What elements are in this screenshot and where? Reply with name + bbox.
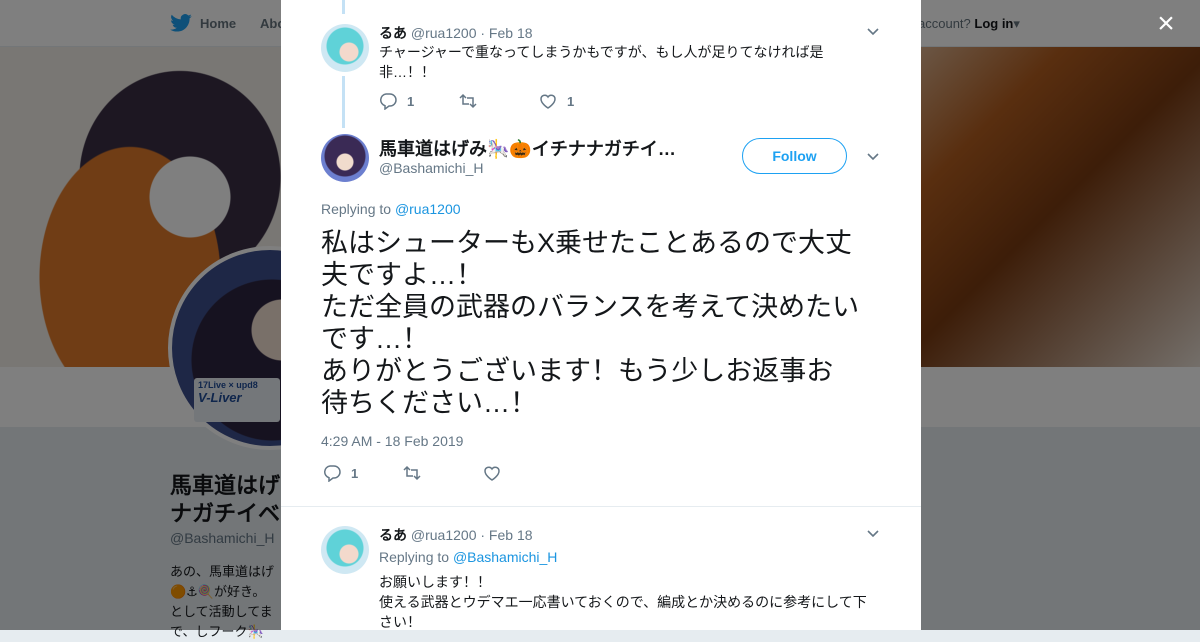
chevron-down-icon[interactable] xyxy=(865,149,881,165)
tweet-date[interactable]: · Feb 18 xyxy=(480,527,532,543)
heart-icon xyxy=(484,466,500,481)
tweet-text-line: 使える武器とウデマエ一応書いておくので、編成とか決めるのに参考にして下 xyxy=(379,594,867,610)
tweet-author-name[interactable]: 馬車道はげみ🎠🎃イチナナガチイ… xyxy=(379,135,676,161)
follow-button[interactable]: Follow xyxy=(742,138,847,174)
tweet-author-handle[interactable]: @Bashamichi_H xyxy=(379,160,483,176)
replying-prefix: Replying to xyxy=(379,549,450,565)
tweet-text-line: さい！ xyxy=(379,614,421,630)
reply-count: 1 xyxy=(351,465,359,481)
reply-button[interactable]: 1 xyxy=(379,92,459,110)
tweet-text: チャージャーで重なってしまうかもですが、もし人が足りてなければ是 非…！！ xyxy=(379,42,849,82)
tweet-text-line: 非…！！ xyxy=(379,64,435,80)
tweet-actions: 1 1 xyxy=(379,92,619,110)
reply-count: 1 xyxy=(407,93,415,109)
retweet-icon xyxy=(403,465,421,481)
like-count: 1 xyxy=(567,93,575,109)
tweet-author-name[interactable]: るあ xyxy=(379,25,407,41)
tweet-timestamp[interactable]: 4:29 AM - 18 Feb 2019 xyxy=(321,433,463,449)
tweet-text-line: ありがとうございます！もう少しお返事お xyxy=(321,356,834,386)
avatar[interactable] xyxy=(321,526,369,574)
heart-icon xyxy=(540,94,556,109)
close-icon[interactable]: × xyxy=(1152,9,1180,39)
tweet-actions: 1 xyxy=(323,464,563,482)
tweet-author-handle[interactable]: @rua1200 xyxy=(411,527,477,543)
tweet-header: るあ @rua1200 · Feb 18 xyxy=(379,525,533,545)
tweet-header: るあ @rua1200 · Feb 18 xyxy=(379,23,533,43)
tweet-text-line: ただ全員の武器のバランスを考えて決めたい xyxy=(321,292,860,322)
avatar[interactable] xyxy=(321,24,369,72)
tweet-text-line: 私はシューターもX乗せたことあるので大丈 xyxy=(321,228,853,258)
chevron-down-icon[interactable] xyxy=(865,526,881,542)
retweet-icon xyxy=(459,93,477,109)
tweet-text-line: 夫ですよ…！ xyxy=(321,260,483,290)
replying-to-link[interactable]: @Bashamichi_H xyxy=(453,549,557,565)
thread-line xyxy=(342,0,345,14)
reply-icon xyxy=(379,93,397,110)
tweet-date[interactable]: · Feb 18 xyxy=(480,25,532,41)
replying-to-link[interactable]: @rua1200 xyxy=(395,201,461,217)
tweet-text-line: お願いします！！ xyxy=(379,574,491,590)
tweet-text-line: チャージャーで重なってしまうかもですが、もし人が足りてなければ是 xyxy=(379,44,824,60)
like-button[interactable] xyxy=(483,464,563,482)
tweet-previous[interactable]: るあ @rua1200 · Feb 18 チャージャーで重なってしまうかもですが… xyxy=(321,22,881,122)
reply-button[interactable]: 1 xyxy=(323,464,403,482)
tweet-text-line: です…！ xyxy=(321,324,429,354)
tweet-author-handle[interactable]: @rua1200 xyxy=(411,25,477,41)
chevron-down-icon[interactable] xyxy=(865,24,881,40)
replying-to: Replying to @Bashamichi_H xyxy=(379,549,557,565)
reply-icon xyxy=(323,465,341,482)
replying-to: Replying to @rua1200 xyxy=(321,201,461,217)
tweet-author-name[interactable]: るあ xyxy=(379,527,407,543)
avatar[interactable] xyxy=(321,134,369,182)
retweet-button[interactable] xyxy=(459,92,539,110)
divider xyxy=(281,506,921,507)
tweet-text: 私はシューターもX乗せたことあるので大丈 夫ですよ…！ ただ全員の武器のバランス… xyxy=(321,227,886,419)
like-button[interactable]: 1 xyxy=(539,92,619,110)
replying-prefix: Replying to xyxy=(321,201,392,217)
tweet-text: お願いします！！ 使える武器とウデマエ一応書いておくので、編成とか決めるのに参考… xyxy=(379,572,879,630)
tweet-text-line: 待ちください…！ xyxy=(321,388,537,418)
tweet-next[interactable]: るあ @rua1200 · Feb 18 Replying to @Basham… xyxy=(321,524,881,630)
tweet-modal: るあ @rua1200 · Feb 18 チャージャーで重なってしまうかもですが… xyxy=(281,0,921,630)
retweet-button[interactable] xyxy=(403,464,483,482)
